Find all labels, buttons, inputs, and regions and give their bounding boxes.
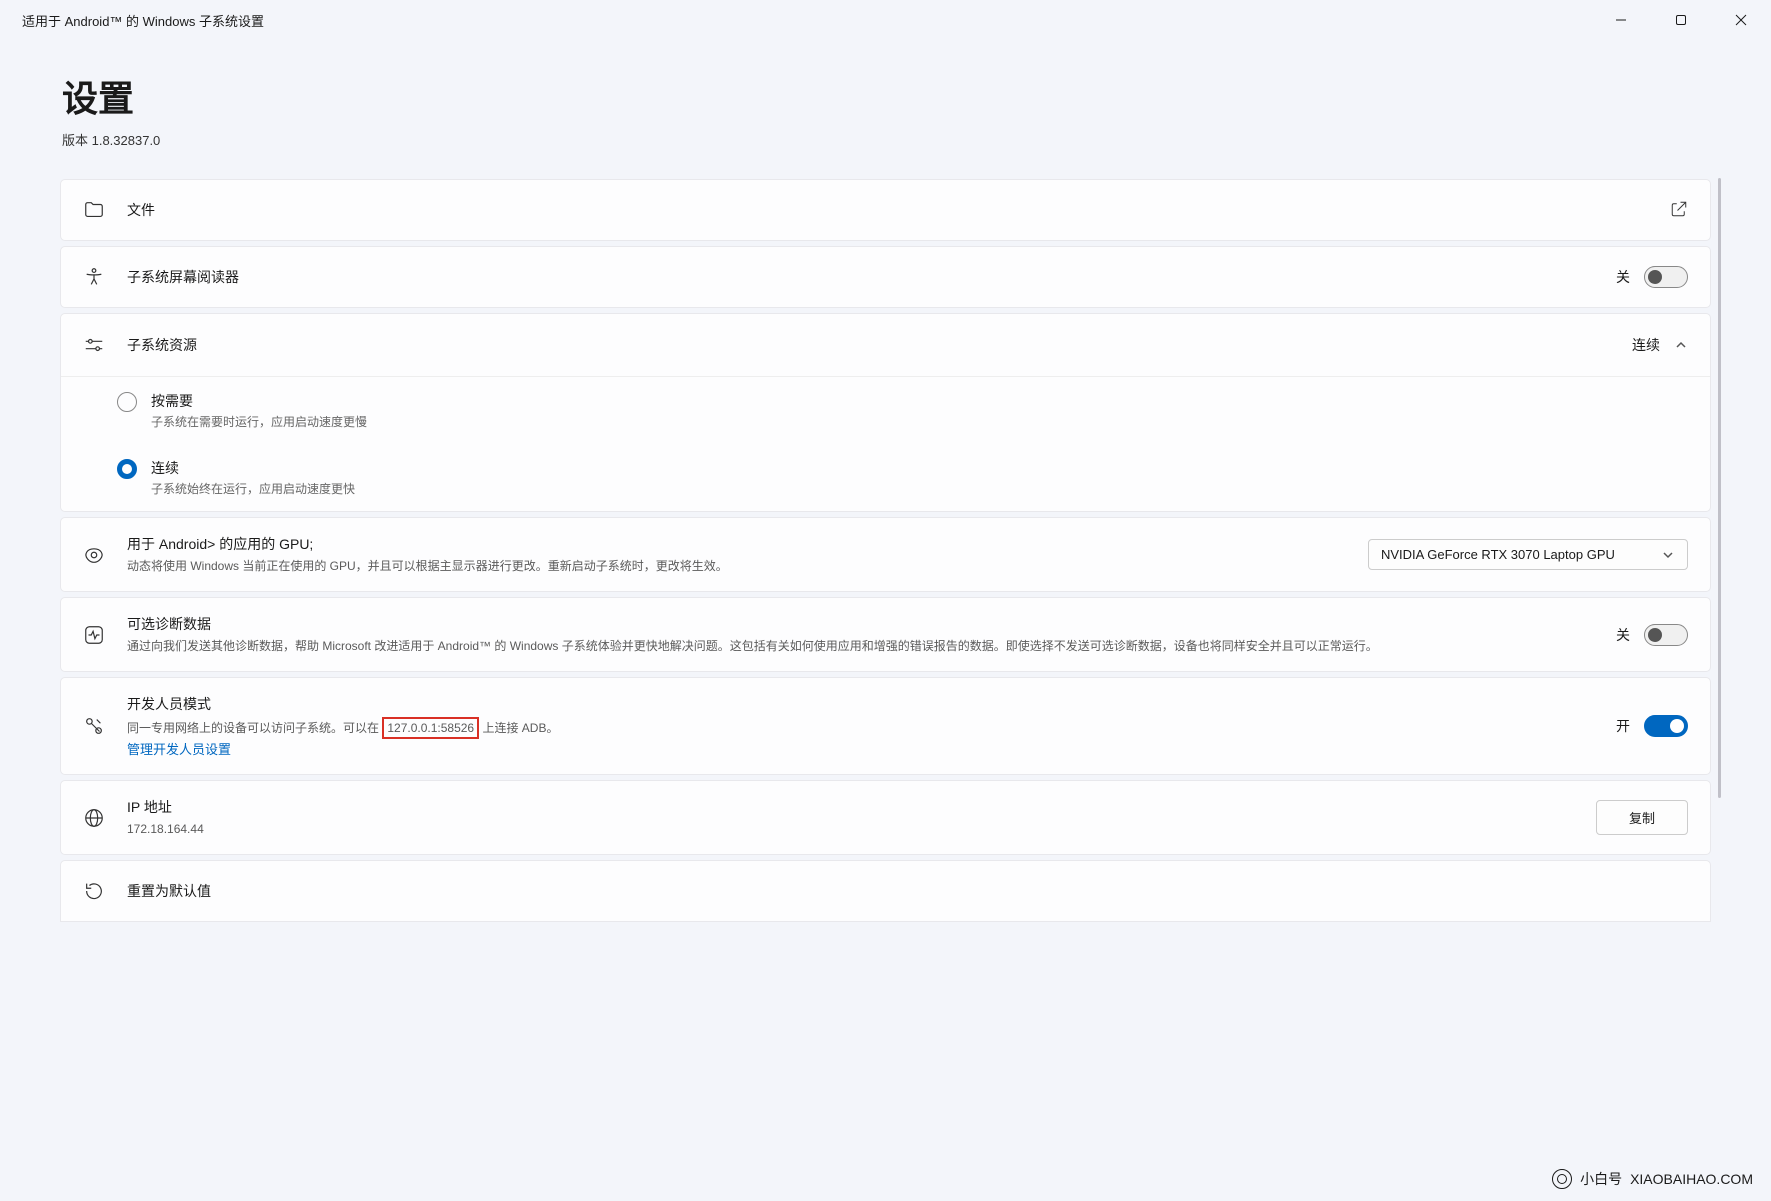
diagnostics-desc: 通过向我们发送其他诊断数据，帮助 Microsoft 改进适用于 Android…	[127, 637, 1616, 655]
content: 文件 子系统屏幕阅读器 关 子系统资源 连续	[0, 179, 1771, 922]
developer-state: 开	[1616, 716, 1630, 736]
gpu-desc: 动态将使用 Windows 当前正在使用的 GPU，并且可以根据主显示器进行更改…	[127, 557, 1368, 575]
scrollbar[interactable]	[1718, 178, 1721, 798]
minimize-button[interactable]	[1591, 0, 1651, 40]
option-desc: 子系统在需要时运行，应用启动速度更慢	[151, 413, 367, 430]
gpu-icon	[83, 544, 105, 566]
adb-ip: 127.0.0.1:58526	[382, 717, 479, 739]
files-label: 文件	[127, 200, 1670, 220]
wrench-icon	[83, 715, 105, 737]
developer-desc: 同一专用网络上的设备可以访问子系统。可以在 127.0.0.1:58526 上连…	[127, 717, 1616, 739]
copy-button[interactable]: 复制	[1596, 800, 1688, 835]
diagnostics-state: 关	[1616, 625, 1630, 645]
diagnostics-toggle[interactable]	[1644, 624, 1688, 646]
resources-header[interactable]: 子系统资源 连续	[61, 314, 1710, 376]
manage-developer-link[interactable]: 管理开发人员设置	[127, 739, 1616, 758]
window-title: 适用于 Android™ 的 Windows 子系统设置	[22, 11, 264, 30]
close-button[interactable]	[1711, 0, 1771, 40]
ip-value: 172.18.164.44	[127, 820, 1596, 838]
developer-title: 开发人员模式	[127, 694, 1616, 714]
files-row[interactable]: 文件	[60, 179, 1711, 241]
globe-icon	[83, 807, 105, 829]
option-title: 连续	[151, 458, 355, 478]
version-label: 版本 1.8.32837.0	[62, 130, 1771, 149]
resources-options: 按需要 子系统在需要时运行，应用启动速度更慢 连续 子系统始终在运行，应用启动速…	[61, 376, 1710, 511]
gpu-select[interactable]: NVIDIA GeForce RTX 3070 Laptop GPU	[1368, 539, 1688, 570]
resources-row: 子系统资源 连续 按需要 子系统在需要时运行，应用启动速度更慢 连续 子系统始终…	[60, 313, 1711, 512]
resources-label: 子系统资源	[127, 335, 1632, 355]
ip-row: IP 地址 172.18.164.44 复制	[60, 780, 1711, 855]
resource-option-continuous[interactable]: 连续 子系统始终在运行，应用启动速度更快	[61, 444, 1710, 511]
developer-row: 开发人员模式 同一专用网络上的设备可以访问子系统。可以在 127.0.0.1:5…	[60, 677, 1711, 775]
watermark-name: 小白号	[1580, 1169, 1622, 1189]
page-header: 设置 版本 1.8.32837.0	[0, 40, 1771, 179]
diagnostics-row: 可选诊断数据 通过向我们发送其他诊断数据，帮助 Microsoft 改进适用于 …	[60, 597, 1711, 672]
titlebar: 适用于 Android™ 的 Windows 子系统设置	[0, 0, 1771, 40]
chevron-up-icon	[1674, 338, 1688, 352]
radio-checked-icon	[117, 459, 137, 479]
gpu-row: 用于 Android> 的应用的 GPU; 动态将使用 Windows 当前正在…	[60, 517, 1711, 592]
watermark: 小白号 XIAOBAIHAO.COM	[1552, 1169, 1753, 1189]
watermark-url: XIAOBAIHAO.COM	[1630, 1171, 1753, 1187]
resource-option-ondemand[interactable]: 按需要 子系统在需要时运行，应用启动速度更慢	[61, 377, 1710, 444]
gpu-title: 用于 Android> 的应用的 GPU;	[127, 534, 1368, 554]
diagnostics-title: 可选诊断数据	[127, 614, 1616, 634]
page-title: 设置	[62, 70, 1771, 122]
screen-reader-state: 关	[1616, 267, 1630, 287]
maximize-button[interactable]	[1651, 0, 1711, 40]
screen-reader-toggle[interactable]	[1644, 266, 1688, 288]
screen-reader-row: 子系统屏幕阅读器 关	[60, 246, 1711, 308]
chevron-down-icon	[1661, 548, 1675, 562]
screen-reader-label: 子系统屏幕阅读器	[127, 267, 1616, 287]
reset-row[interactable]: 重置为默认值	[60, 860, 1711, 922]
option-title: 按需要	[151, 391, 367, 411]
option-desc: 子系统始终在运行，应用启动速度更快	[151, 480, 355, 497]
radio-unchecked-icon	[117, 392, 137, 412]
dev-desc-suffix: 上连接 ADB。	[482, 721, 558, 735]
reset-label: 重置为默认值	[127, 881, 1688, 901]
sliders-icon	[83, 334, 105, 356]
developer-toggle[interactable]	[1644, 715, 1688, 737]
accessibility-icon	[83, 266, 105, 288]
resources-value: 连续	[1632, 335, 1660, 355]
window-controls	[1591, 0, 1771, 40]
ip-title: IP 地址	[127, 797, 1596, 817]
reset-icon	[83, 880, 105, 902]
activity-icon	[83, 624, 105, 646]
external-link-icon	[1670, 200, 1688, 221]
dev-desc-prefix: 同一专用网络上的设备可以访问子系统。可以在	[127, 721, 379, 735]
gpu-selected: NVIDIA GeForce RTX 3070 Laptop GPU	[1381, 547, 1615, 562]
folder-icon	[83, 199, 105, 221]
watermark-icon	[1552, 1169, 1572, 1189]
